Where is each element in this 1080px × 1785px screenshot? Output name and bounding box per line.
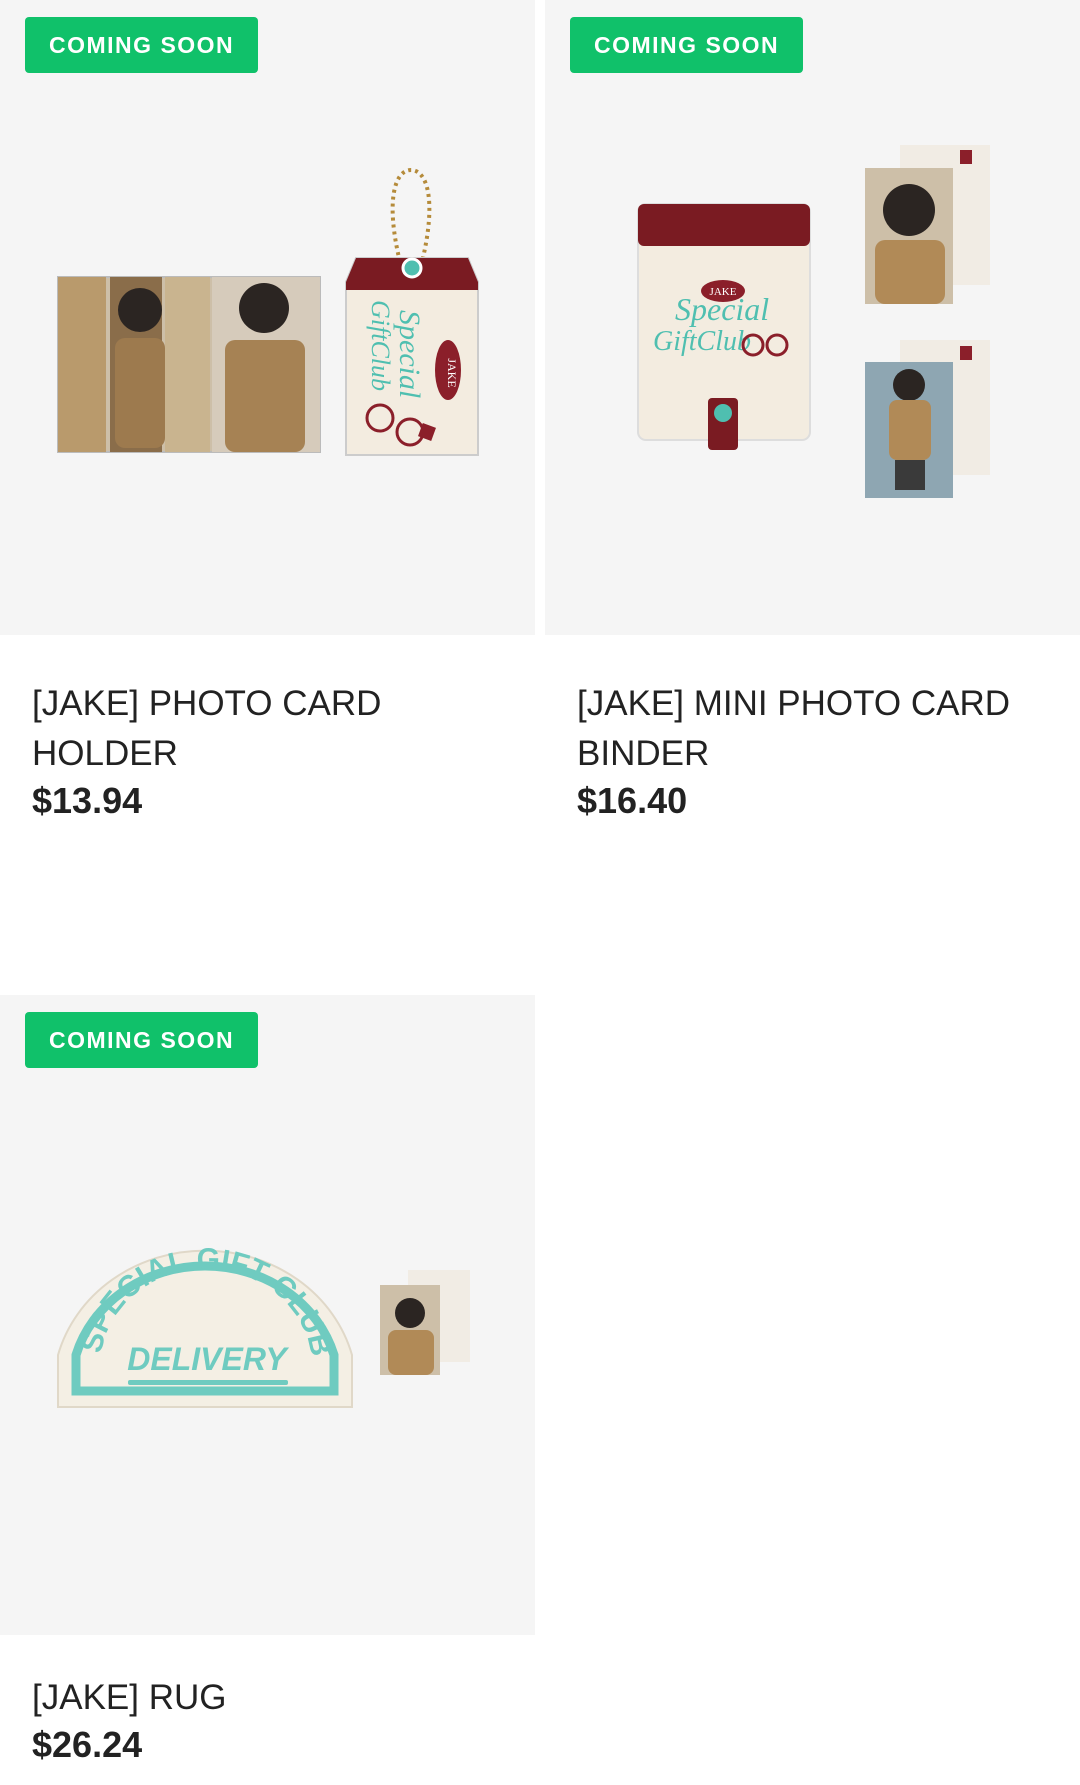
binder-brand-line1: Special: [675, 291, 769, 327]
product-card-mini-photo-card-binder[interactable]: JAKE Special GiftClub COMING SOON [JAKE]…: [545, 0, 1080, 819]
coming-soon-badge: COMING SOON: [570, 17, 804, 73]
photo-card-holder-illustration: JAKE Special GiftClub: [57, 167, 479, 456]
product-price: $26.24: [32, 1724, 143, 1765]
product-title[interactable]: [JAKE] MINI PHOTO CARD BINDER: [577, 679, 1047, 779]
mini-binder-illustration: JAKE Special GiftClub: [637, 145, 990, 498]
coming-soon-badge: COMING SOON: [25, 17, 259, 73]
rug-illustration: SPECIAL GIFT CLUB DELIVERY: [57, 1243, 470, 1408]
product-card-photo-card-holder[interactable]: JAKE Special GiftClub COMING SOON [JAKE]…: [0, 0, 535, 823]
product-price: $13.94: [32, 780, 143, 821]
product-price: $16.40: [577, 780, 688, 819]
product-image[interactable]: JAKE Special GiftClub COMING SOON: [545, 0, 1080, 635]
rug-delivery-text: DELIVERY: [127, 1341, 289, 1377]
tag-brand-line1: Special: [393, 310, 426, 398]
tag-brand-line2: GiftClub: [366, 300, 395, 391]
product-title[interactable]: [JAKE] RUG: [32, 1673, 502, 1723]
product-image[interactable]: JAKE Special GiftClub COMING SOON: [0, 0, 535, 635]
coming-soon-badge: COMING SOON: [25, 1012, 259, 1068]
product-image[interactable]: SPECIAL GIFT CLUB DELIVERY COMING SOON: [0, 995, 535, 1635]
product-card-rug[interactable]: SPECIAL GIFT CLUB DELIVERY COMING SOON […: [0, 995, 535, 1767]
tag-jake-label: JAKE: [445, 358, 459, 387]
product-title[interactable]: [JAKE] PHOTO CARD HOLDER: [32, 679, 502, 779]
binder-brand-line2: GiftClub: [653, 326, 751, 357]
